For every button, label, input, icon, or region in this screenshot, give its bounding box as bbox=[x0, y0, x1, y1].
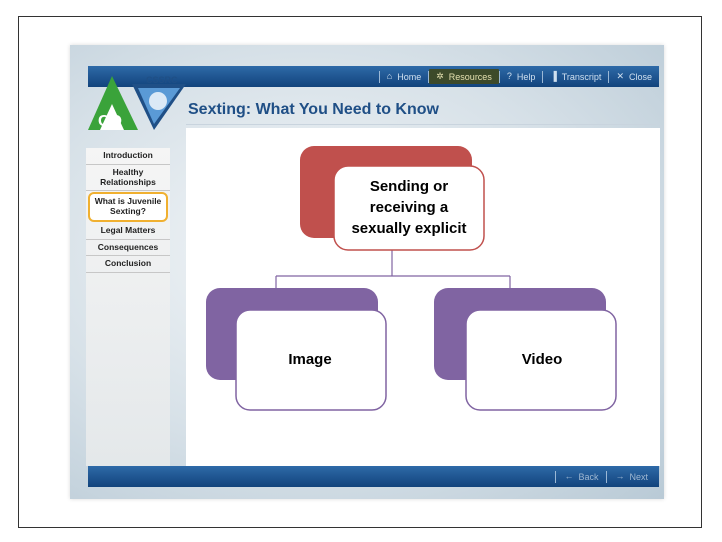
state-abbr: CO bbox=[98, 113, 122, 130]
back-button[interactable]: ← Back bbox=[556, 472, 606, 482]
title-divider bbox=[186, 124, 656, 125]
home-icon: ⌂ bbox=[386, 71, 393, 81]
sidebar-menu: Introduction Healthy Relationships What … bbox=[86, 148, 170, 466]
resources-icon: ✲ bbox=[436, 71, 444, 81]
nav-transcript-label: Transcript bbox=[561, 71, 602, 82]
root-node-line-3: sexually explicit bbox=[351, 220, 466, 237]
root-node-line-2: receiving a bbox=[370, 199, 449, 216]
nav-close-label: Close bbox=[628, 71, 652, 82]
nav-resources-label: Resources bbox=[448, 71, 492, 82]
nav-resources-button[interactable]: ✲ Resources bbox=[429, 69, 499, 84]
sidebar-item-legal-matters[interactable]: Legal Matters bbox=[86, 223, 170, 240]
help-icon: ? bbox=[506, 71, 512, 81]
hierarchy-diagram: Sending or receiving a sexually explicit… bbox=[206, 146, 617, 411]
nav-home-button[interactable]: ⌂ Home bbox=[380, 72, 428, 82]
nav-help-button[interactable]: ? Help bbox=[500, 72, 543, 82]
root-node-line-1: Sending or bbox=[370, 178, 448, 195]
arrow-right-icon: → bbox=[615, 471, 625, 481]
nav-transcript-button[interactable]: ▐ Transcript bbox=[543, 72, 608, 82]
back-label: Back bbox=[578, 471, 599, 482]
next-label: Next bbox=[629, 471, 648, 482]
cssrc-logo: CSSRC CO bbox=[88, 75, 186, 130]
video-node-label: Video bbox=[522, 351, 563, 368]
arrow-left-icon: ← bbox=[564, 471, 574, 481]
sidebar-item-healthy-relationships[interactable]: Healthy Relationships bbox=[86, 165, 170, 192]
sidebar-item-introduction[interactable]: Introduction bbox=[86, 148, 170, 165]
sidebar-item-what-is-juvenile-sexting[interactable]: What is Juvenile Sexting? bbox=[88, 192, 168, 222]
org-name: CSSRC bbox=[146, 75, 178, 85]
top-nav: ⌂ Home ✲ Resources ? Help ▐ Transcript ✕… bbox=[378, 66, 659, 87]
bottom-nav: ← Back → Next bbox=[555, 466, 656, 487]
content-area: Sending or receiving a sexually explicit… bbox=[186, 128, 660, 466]
close-icon: ✕ bbox=[616, 71, 624, 81]
image-node-label: Image bbox=[288, 351, 331, 368]
nav-close-button[interactable]: ✕ Close bbox=[609, 72, 659, 82]
sidebar-item-conclusion[interactable]: Conclusion bbox=[86, 256, 170, 274]
nav-home-label: Home bbox=[397, 71, 422, 82]
transcript-icon: ▐ bbox=[550, 71, 557, 81]
page-title: Sexting: What You Need to Know bbox=[188, 101, 439, 118]
nav-help-label: Help bbox=[516, 71, 536, 82]
next-button[interactable]: → Next bbox=[607, 472, 656, 482]
sidebar-item-consequences[interactable]: Consequences bbox=[86, 240, 170, 257]
